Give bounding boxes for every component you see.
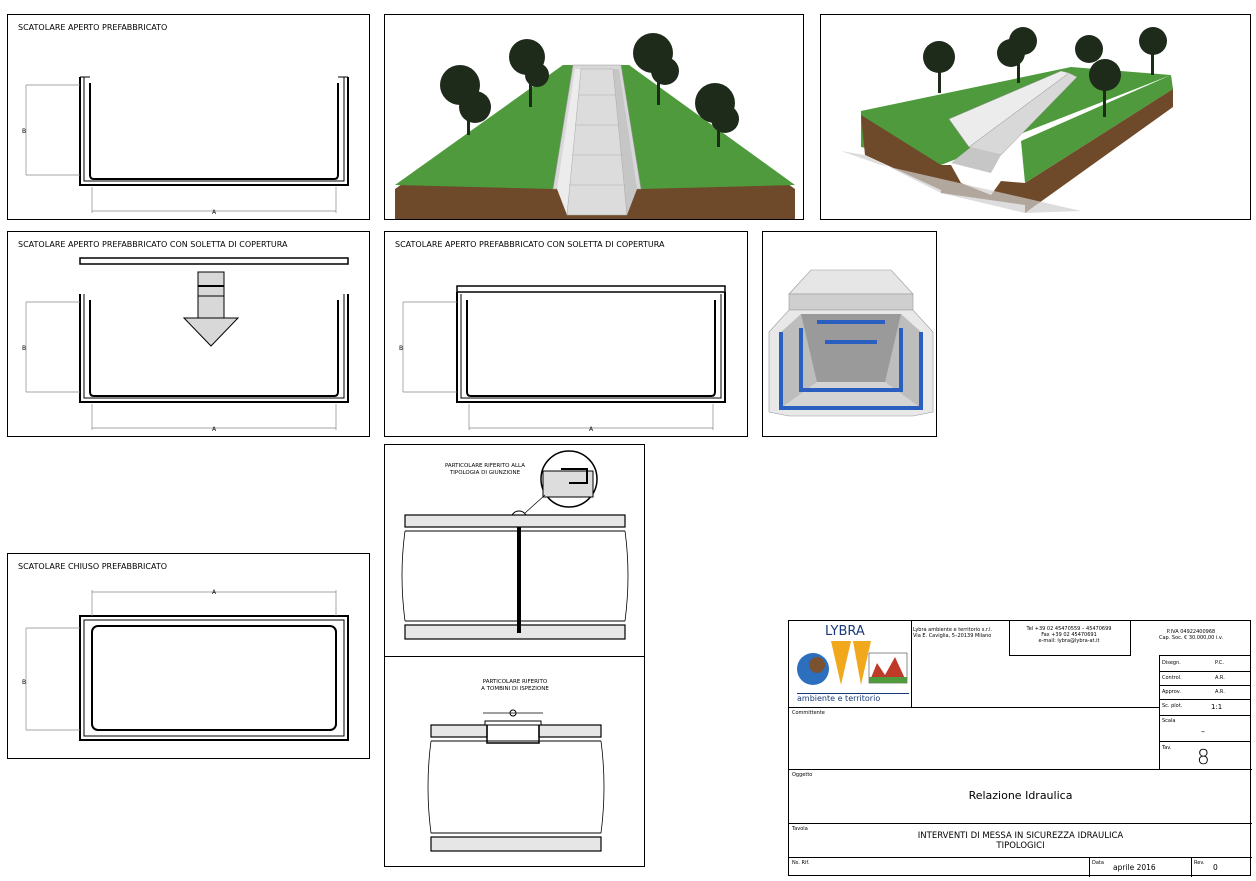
disegn-label: Disegn. <box>1162 660 1181 666</box>
tav-label: Tav. <box>1162 745 1172 751</box>
panel-render-channel <box>384 14 804 220</box>
scala-label: Scala <box>1162 718 1176 724</box>
email: e-mail: lybra@lybra-at.it <box>1038 638 1100 644</box>
panel-render-box <box>762 231 937 437</box>
dim-height: B <box>399 345 403 352</box>
approv-label: Approv. <box>1162 689 1181 695</box>
scplot-value: 1:1 <box>1211 703 1223 711</box>
dim-width: A <box>212 589 217 596</box>
dim-height: B <box>22 679 26 686</box>
logo-subtitle: ambiente e territorio <box>797 693 909 703</box>
control-label: Control. <box>1162 675 1182 681</box>
panel-open-box: SCATOLARE APERTO PREFABBRICATO A B <box>7 14 370 220</box>
nrif-label: Ns. Rif. <box>792 860 810 866</box>
company-line-2: Via E. Caviglia, 5–20139 Milano <box>913 633 992 639</box>
open-box-cover-section: A B <box>22 257 349 433</box>
scplot-label: Sc. plot. <box>1162 703 1183 709</box>
dim-width: A <box>589 426 594 433</box>
control-value: A.R. <box>1215 675 1225 681</box>
panel-joint-detail: PARTICOLARE RIFERITO ALLA TIPOLOGIA DI G… <box>384 444 645 658</box>
closed-box-section: A B <box>22 589 349 741</box>
open-box-section: A B <box>22 76 349 216</box>
rev-value: 0 <box>1213 863 1218 872</box>
panel-closed-box: SCATOLARE CHIUSO PREFABBRICATO A B <box>7 553 370 759</box>
arrow-down-icon <box>182 271 240 347</box>
approv-value: A.R. <box>1215 689 1225 695</box>
dim-height: B <box>22 128 26 135</box>
tav-value: 8 <box>1197 745 1210 769</box>
panel-open-box-cover-assembled: SCATOLARE APERTO PREFABBRICATO CON SOLET… <box>384 231 748 437</box>
box-render <box>768 269 934 417</box>
tavola-line-2: TIPOLOGICI <box>996 841 1045 851</box>
panel-render-trench <box>820 14 1251 220</box>
dim-width: A <box>212 209 217 216</box>
committente-label: Committente <box>792 710 825 716</box>
dim-width: A <box>212 426 217 433</box>
logo: LYBRA ambiente e territorio <box>791 623 911 705</box>
inspection-detail-drawing <box>427 709 605 852</box>
dim-height: B <box>22 345 26 352</box>
oggetto-value: Relazione Idraulica <box>968 789 1073 802</box>
panel-inspection-detail: PARTICOLARE RIFERITO A TOMBINI DI ISPEZI… <box>384 656 645 867</box>
title-block: LYBRA ambiente e territorio Lybra ambien… <box>788 620 1252 877</box>
channel-render <box>395 33 795 219</box>
scala-value: – <box>1201 727 1205 736</box>
disegn-value: P.C. <box>1215 660 1224 666</box>
data-label: Data <box>1092 860 1104 866</box>
oggetto-label: Oggetto <box>792 772 813 778</box>
trench-render <box>841 27 1173 213</box>
tavola-line-1: INTERVENTI DI MESSA IN SICUREZZA IDRAULI… <box>917 831 1124 841</box>
panel-open-box-cover: SCATOLARE APERTO PREFABBRICATO CON SOLET… <box>7 231 370 437</box>
data-value: aprile 2016 <box>1113 863 1156 872</box>
rev-label: Rev. <box>1194 860 1205 866</box>
assembled-section: A B <box>399 285 726 433</box>
joint-detail-drawing <box>401 450 629 640</box>
capital: Cap. Soc. € 30.000,00 i.v. <box>1158 635 1223 641</box>
